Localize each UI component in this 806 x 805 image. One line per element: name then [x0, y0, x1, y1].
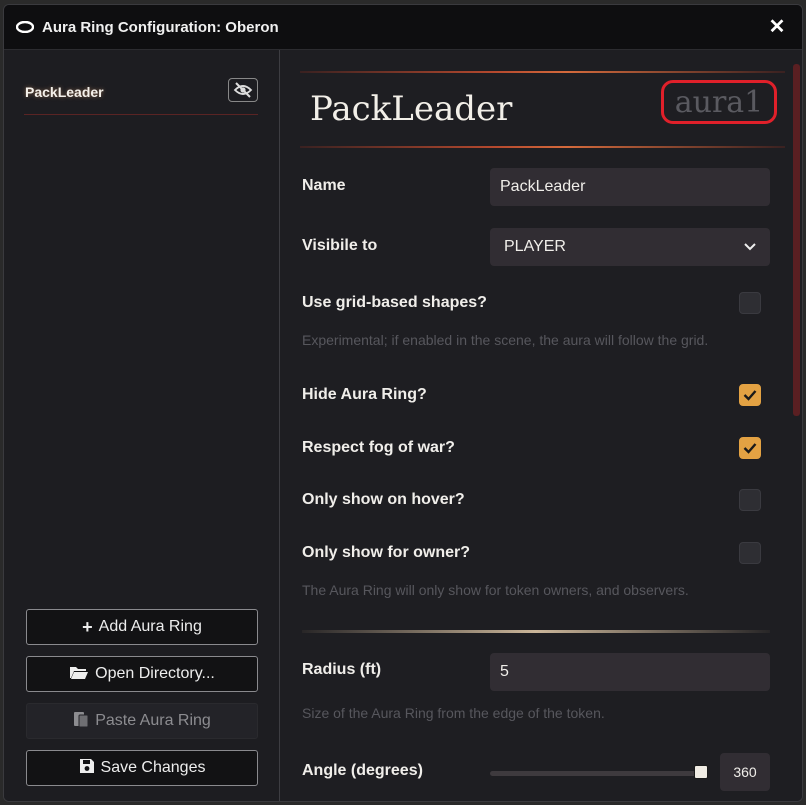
radius-label: Radius (ft)	[302, 661, 382, 678]
folder-open-icon	[69, 664, 89, 685]
aura-ring-icon	[16, 20, 34, 34]
aura-id-badge: aura1	[661, 80, 777, 124]
paste-aura-ring-button[interactable]: Paste Aura Ring	[26, 703, 258, 739]
name-label: Name	[302, 177, 346, 194]
close-button[interactable]: ✕	[766, 15, 788, 38]
save-changes-button[interactable]: Save Changes	[26, 750, 258, 786]
add-aura-ring-button[interactable]: + Add Aura Ring	[26, 609, 258, 645]
open-directory-label: Open Directory...	[95, 665, 215, 682]
header-divider-top	[300, 71, 785, 73]
fog-of-war-checkbox[interactable]	[739, 437, 761, 459]
radius-field[interactable]	[490, 653, 770, 691]
hover-label: Only show on hover?	[302, 491, 465, 508]
window-title: Aura Ring Configuration: Oberon	[42, 18, 279, 36]
sidebar: PackLeader + Add Aura Ring Open Director…	[4, 50, 280, 801]
chevron-down-icon	[744, 238, 756, 256]
sidebar-item-packleader[interactable]: PackLeader	[24, 78, 258, 115]
save-changes-label: Save Changes	[100, 759, 206, 776]
checkmark-icon	[743, 443, 757, 454]
visible-to-value: PLAYER	[504, 238, 566, 255]
owner-checkbox[interactable]	[739, 542, 761, 564]
floppy-disk-icon	[79, 758, 95, 779]
radius-hint: Size of the Aura Ring from the edge of t…	[302, 705, 605, 721]
section-divider	[302, 630, 770, 633]
visible-to-select[interactable]: PLAYER	[490, 228, 770, 266]
aura-heading: PackLeader	[310, 89, 513, 129]
fog-of-war-label: Respect fog of war?	[302, 439, 455, 456]
angle-slider-thumb[interactable]	[694, 765, 708, 779]
hide-ring-label: Hide Aura Ring?	[302, 386, 427, 403]
name-field[interactable]	[490, 168, 770, 206]
paste-aura-ring-label: Paste Aura Ring	[95, 712, 211, 729]
add-aura-ring-label: Add Aura Ring	[98, 618, 202, 635]
scrollbar[interactable]	[793, 64, 800, 416]
hide-ring-checkbox[interactable]	[739, 384, 761, 406]
header-divider-bottom	[300, 146, 785, 148]
aura-config-window: Aura Ring Configuration: Oberon ✕ PackLe…	[3, 4, 803, 802]
angle-slider-track[interactable]	[490, 771, 704, 776]
open-directory-button[interactable]: Open Directory...	[26, 656, 258, 692]
plus-icon: +	[82, 617, 93, 637]
eye-slash-icon[interactable]	[228, 78, 258, 102]
owner-label: Only show for owner?	[302, 544, 471, 561]
title-bar[interactable]: Aura Ring Configuration: Oberon ✕	[4, 5, 802, 50]
sidebar-item-label: PackLeader	[25, 84, 104, 100]
visible-to-label: Visibile to	[302, 237, 378, 254]
angle-value: 360	[720, 753, 770, 791]
checkmark-icon	[743, 390, 757, 401]
grid-shapes-hint: Experimental; if enabled in the scene, t…	[302, 332, 709, 348]
clipboard-icon	[73, 710, 89, 733]
angle-label: Angle (degrees)	[302, 762, 423, 779]
hover-checkbox[interactable]	[739, 489, 761, 511]
aura-editor: PackLeader aura1 Name Visibile to PLAYER…	[280, 50, 802, 801]
grid-shapes-label: Use grid-based shapes?	[302, 294, 487, 311]
owner-hint: The Aura Ring will only show for token o…	[302, 582, 689, 598]
grid-shapes-checkbox[interactable]	[739, 292, 761, 314]
